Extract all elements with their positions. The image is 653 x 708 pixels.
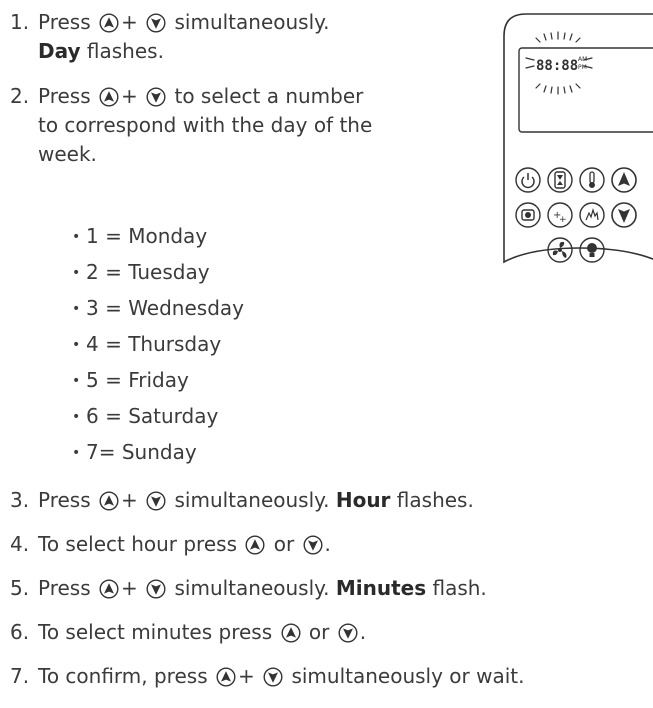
step-text: . (359, 620, 367, 644)
setting-name-day: Day (38, 39, 81, 63)
up-arrow-button-icon (99, 87, 119, 107)
step-number: 1. (10, 10, 30, 34)
list-item: • 2 = Tuesday (72, 258, 210, 288)
step-text: simultaneously or wait. (291, 664, 525, 688)
step-2-line-3: week. (38, 142, 97, 166)
lcd-digits: 88:88 (536, 58, 578, 74)
step-text: or (273, 532, 295, 556)
plus-sign: + (237, 664, 255, 688)
step-text: To select minutes press (38, 620, 273, 644)
day-label: 5 = Friday (86, 368, 189, 392)
step-text: to select a number (174, 84, 364, 108)
step-text: flashes. (80, 39, 164, 63)
step-number: 5. (10, 576, 30, 600)
step-1-line-2: Day flashes. (38, 37, 164, 66)
step-6: 6. To select minutes press or . (10, 618, 366, 647)
step-text: flashes. (390, 488, 474, 512)
down-arrow-button-icon (146, 491, 166, 511)
bullet: • (72, 229, 81, 245)
program-button-icon (515, 202, 541, 228)
step-text: Press (38, 576, 91, 600)
list-item: • 6 = Saturday (72, 402, 218, 432)
instruction-document: 1. Press + simultaneously. Day flashes. 2… (0, 0, 653, 708)
down-arrow-button-icon (146, 579, 166, 599)
step-text: Press (38, 84, 91, 108)
day-label: 7= Sunday (86, 440, 197, 464)
lcd-am-label: AM (578, 56, 587, 63)
up-arrow-button-icon (245, 535, 265, 555)
step-text: To select hour press (38, 532, 237, 556)
step-text: simultaneously. (174, 488, 330, 512)
flame-button-icon (579, 202, 605, 228)
thermometer-button-icon (579, 167, 605, 193)
bullet: • (72, 373, 81, 389)
setting-name-hour: Hour (335, 488, 391, 512)
step-3: 3. Press + simultaneously. Hour flashes. (10, 486, 474, 515)
step-text: To confirm, press (38, 664, 208, 688)
bullet: • (72, 301, 81, 317)
down-arrow-button-icon (338, 623, 358, 643)
list-item: • 3 = Wednesday (72, 294, 244, 324)
step-text: flash. (426, 576, 487, 600)
step-text: or (308, 620, 330, 644)
day-label: 2 = Tuesday (86, 260, 210, 284)
step-5: 5. Press + simultaneously. Minutes flash. (10, 574, 487, 603)
down-arrow-button-icon (263, 667, 283, 687)
step-number: 7. (10, 664, 30, 688)
step-number: 2. (10, 84, 30, 108)
step-text: Press (38, 488, 91, 512)
step-4: 4. To select hour press or . (10, 530, 331, 559)
timer-hourglass-button-icon (547, 167, 573, 193)
step-text: simultaneously. (174, 10, 330, 34)
bullet: • (72, 445, 81, 461)
step-2: 2. Press + to select a number (10, 82, 363, 111)
bullet: • (72, 409, 81, 425)
step-number: 3. (10, 488, 30, 512)
step-text: simultaneously. (174, 576, 330, 600)
up-arrow-button-icon (281, 623, 301, 643)
step-1: 1. Press + simultaneously. (10, 8, 329, 37)
up-arrow-button-icon (99, 13, 119, 33)
down-arrow-button-icon (146, 13, 166, 33)
bullet: • (72, 337, 81, 353)
plus-sign: + (121, 10, 138, 34)
light-bulb-button-icon (579, 237, 605, 263)
step-number: 4. (10, 532, 30, 556)
thermostat-plus-button-icon: ++ (547, 202, 573, 228)
list-item: • 5 = Friday (72, 366, 189, 396)
lcd-pm-label: PM (578, 64, 587, 71)
plus-sign: + (121, 488, 138, 512)
plus-sign: + (121, 84, 138, 108)
up-arrow-button-icon (99, 491, 119, 511)
setting-name-minutes: Minutes (335, 576, 427, 600)
bullet: • (72, 265, 81, 281)
list-item: • 4 = Thursday (72, 330, 221, 360)
day-label: 3 = Wednesday (86, 296, 244, 320)
up-arrow-button-icon (611, 167, 637, 193)
step-text: . (324, 532, 331, 556)
up-arrow-button-icon (216, 667, 236, 687)
day-label: 1 = Monday (86, 224, 208, 248)
step-2-line-2: to correspond with the day of the (38, 113, 373, 137)
step-7: 7. To confirm, press + simultaneously or … (10, 662, 525, 691)
power-button-icon (515, 167, 541, 193)
down-arrow-button-icon (303, 535, 323, 555)
day-label: 4 = Thursday (86, 332, 222, 356)
step-text: Press (38, 10, 91, 34)
list-item: • 7= Sunday (72, 438, 197, 468)
down-arrow-button-icon (146, 87, 166, 107)
down-arrow-button-icon (611, 202, 637, 228)
step-number: 6. (10, 620, 30, 644)
list-item: • 1 = Monday (72, 222, 207, 252)
up-arrow-button-icon (99, 579, 119, 599)
svg-text:+: + (559, 215, 567, 225)
remote-control-illustration: 88:88 AM PM ++ (503, 13, 653, 264)
plus-sign: + (121, 576, 138, 600)
day-label: 6 = Saturday (86, 404, 219, 428)
